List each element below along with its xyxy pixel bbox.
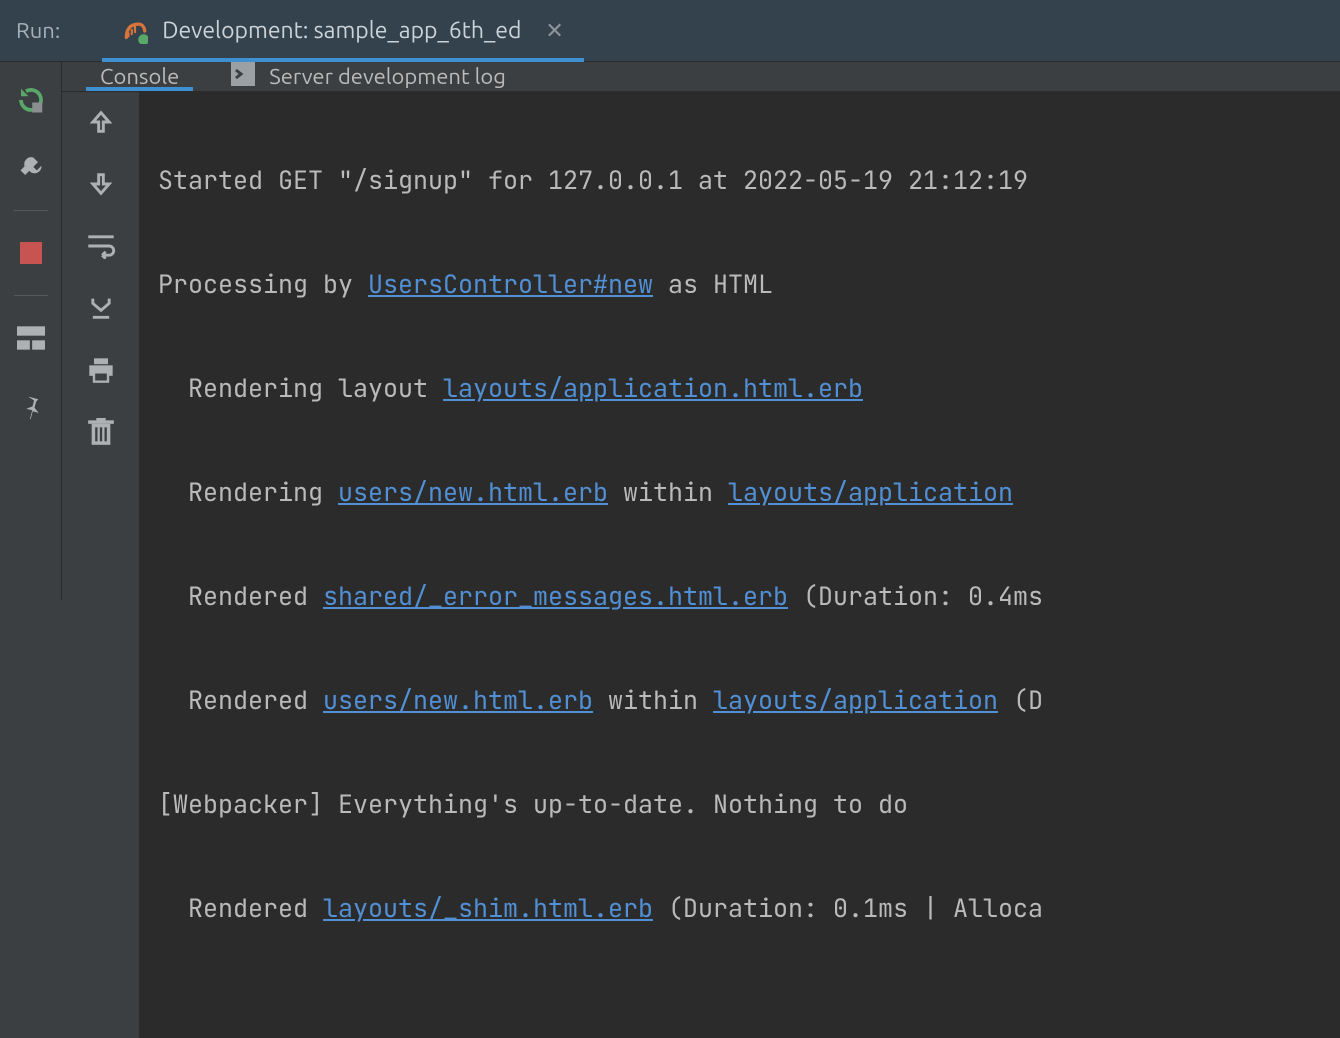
log-text: (Duration: 0.1ms | Alloca <box>653 891 1043 925</box>
terminal-icon <box>231 62 255 91</box>
log-text: [Webpacker] Everything's up-to-date. Not… <box>158 787 908 821</box>
tab-server-log[interactable]: Server development log <box>205 62 532 91</box>
console-tabbar: Console Server development log <box>62 62 1340 92</box>
file-link[interactable]: layouts/application <box>728 475 1013 509</box>
rails-run-icon <box>122 18 148 44</box>
console-line: Rendering users/new.html.erb within layo… <box>140 466 1340 518</box>
run-config-title: Development: sample_app_6th_ed <box>162 18 521 43</box>
console-line: Rendered users/new.html.erb within layou… <box>140 674 1340 726</box>
left-action-rail <box>0 62 62 600</box>
down-arrow-icon[interactable] <box>85 168 117 200</box>
console-line: [Webpacker] Everything's up-to-date. Not… <box>140 778 1340 830</box>
console-line: Processing by UsersController#new as HTM… <box>140 258 1340 310</box>
file-link[interactable]: layouts/application.html.erb <box>443 371 863 405</box>
trash-icon[interactable] <box>85 416 117 448</box>
log-text: Processing by <box>158 267 368 301</box>
log-text: Rendering <box>158 475 338 509</box>
pin-icon[interactable] <box>15 390 47 422</box>
run-config-tab[interactable]: Development: sample_app_6th_ed ✕ <box>102 0 584 61</box>
rail-separator <box>14 210 48 211</box>
log-text: Rendered <box>158 891 323 925</box>
log-text: (Duration: 0.4ms <box>788 579 1043 613</box>
tab-console-label: Console <box>100 64 179 89</box>
log-text: as HTML <box>653 267 773 301</box>
rerun-icon[interactable] <box>15 84 47 116</box>
log-text: Rendering layout <box>158 371 443 405</box>
tab-server-log-label: Server development log <box>269 64 506 89</box>
file-link[interactable]: users/new.html.erb <box>323 683 593 717</box>
log-text: Rendered <box>158 683 323 717</box>
console-line: Started GET "/signup" for 127.0.0.1 at 2… <box>140 154 1340 206</box>
console-action-rail <box>62 92 140 1038</box>
stop-icon[interactable] <box>15 237 47 269</box>
layout-icon[interactable] <box>15 322 47 354</box>
log-text: (D <box>998 683 1043 717</box>
run-tool-window-header: Run: Development: sample_app_6th_ed ✕ <box>0 0 1340 62</box>
wrench-icon[interactable] <box>15 152 47 184</box>
log-text: Started GET "/signup" for 127.0.0.1 at 2… <box>158 163 1043 197</box>
run-label: Run: <box>16 18 60 43</box>
console-line: Rendered layouts/_shim.html.erb (Duratio… <box>140 882 1340 934</box>
soft-wrap-icon[interactable] <box>85 230 117 262</box>
file-link[interactable]: shared/_error_messages.html.erb <box>323 579 788 613</box>
console-output[interactable]: Started GET "/signup" for 127.0.0.1 at 2… <box>140 92 1340 1038</box>
console-line: Rendering layout layouts/application.htm… <box>140 362 1340 414</box>
controller-link[interactable]: UsersController#new <box>368 267 653 301</box>
console-line: Rendered shared/_error_messages.html.erb… <box>140 570 1340 622</box>
tab-console[interactable]: Console <box>74 62 205 91</box>
log-text: Rendered <box>158 579 323 613</box>
file-link[interactable]: layouts/application <box>713 683 998 717</box>
file-link[interactable]: users/new.html.erb <box>338 475 608 509</box>
print-icon[interactable] <box>85 354 117 386</box>
rail-separator <box>14 295 48 296</box>
close-tab-icon[interactable]: ✕ <box>545 18 563 44</box>
scroll-to-end-icon[interactable] <box>85 292 117 324</box>
log-text: within <box>593 683 713 717</box>
log-text: within <box>608 475 728 509</box>
up-arrow-icon[interactable] <box>85 106 117 138</box>
file-link[interactable]: layouts/_shim.html.erb <box>323 891 653 925</box>
